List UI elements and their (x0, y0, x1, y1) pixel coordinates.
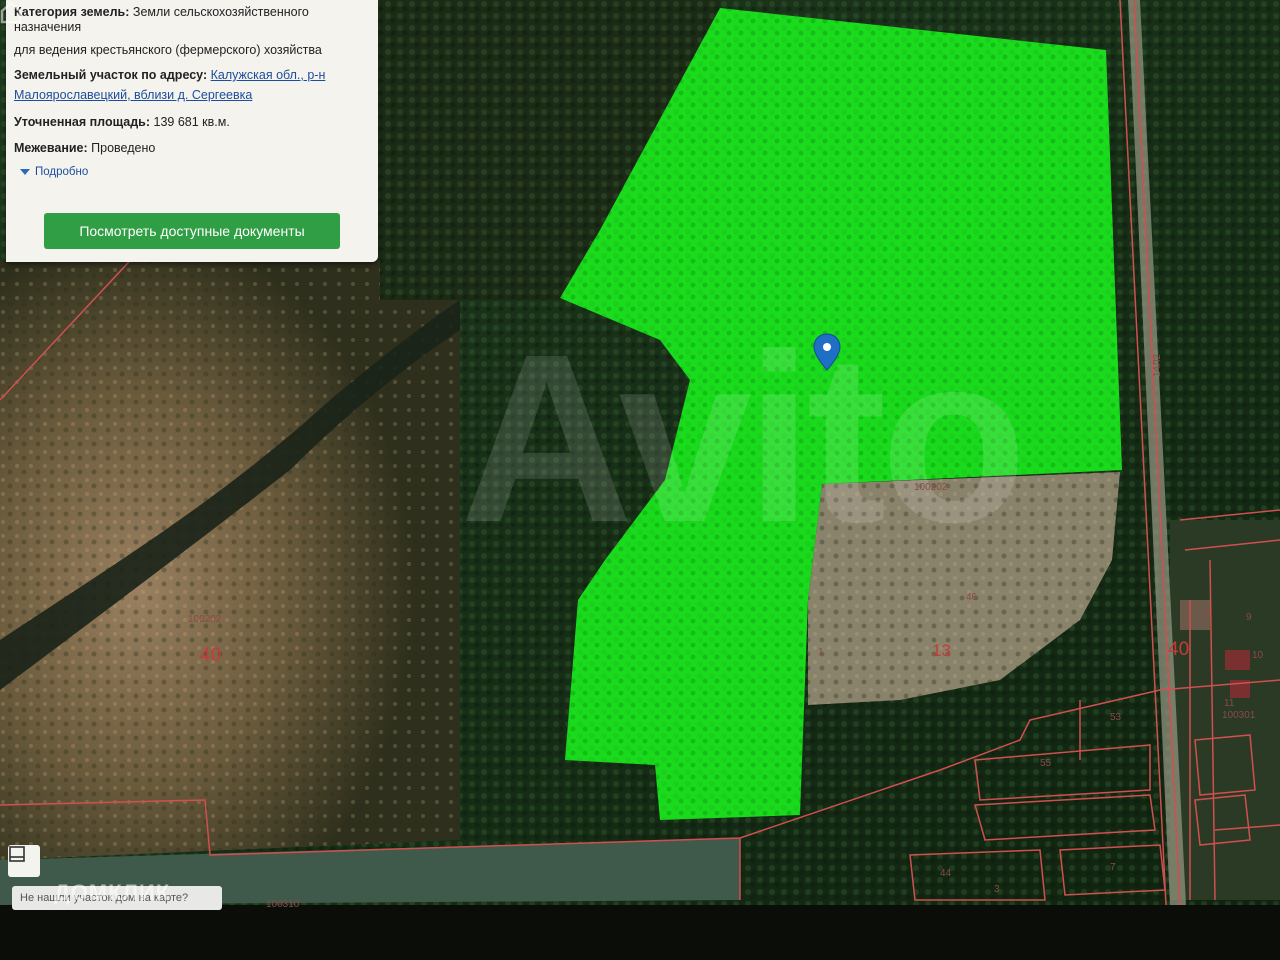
category-value-line2: назначения (14, 20, 82, 34)
parcel-label-1: 1 (818, 647, 824, 658)
region-label-left: 40 (200, 645, 222, 666)
survey-label: Межевание: (14, 141, 88, 155)
parcel-label-53: 53 (1110, 712, 1122, 723)
address-link[interactable]: Калужская обл., р-н (211, 68, 326, 82)
view-documents-button[interactable]: Посмотреть доступные документы (44, 213, 340, 249)
area-value: 139 681 кв.м. (153, 115, 230, 129)
address-link-line2[interactable]: Малоярославецкий, вблизи д. Сергеевка (14, 88, 252, 102)
area-label: Уточненная площадь: (14, 115, 151, 129)
area-row: Уточненная площадь: 139 681 кв.м. (14, 114, 370, 131)
chevron-down-icon (20, 168, 30, 175)
region-label-right: 40 (1168, 639, 1190, 660)
layers-icon (9, 846, 25, 862)
quarter-label-bottom: 100310 (266, 899, 300, 910)
parcel-label-55: 55 (1040, 758, 1052, 769)
address-label: Земельный участок по адресу: (14, 68, 208, 82)
details-toggle[interactable]: Подробно (20, 166, 88, 178)
map-view[interactable]: Avito 100202 40 100202 46 13 1 40 14Л2 1… (0, 0, 1280, 960)
quarter-label-left: 100202 (188, 614, 222, 625)
layers-button[interactable] (8, 845, 40, 877)
parcel-label-13: 13 (932, 641, 951, 660)
parcel-label-3: 3 (994, 884, 1000, 895)
parcel-label-46: 46 (966, 592, 978, 603)
address-row-line2: Малоярославецкий, вблизи д. Сергеевка (14, 87, 370, 104)
quarter-label-right: 100301 (1222, 710, 1256, 721)
category-label: Категория земель: (14, 5, 130, 19)
details-label: Подробно (35, 166, 89, 178)
domklik-logo-icon (0, 1, 22, 24)
parcel-label-8: 8 (1204, 607, 1210, 618)
category-value: Земли сельскохозяйственного (132, 5, 309, 19)
category-value-line3: для ведения крестьянского (фермерского) … (14, 43, 322, 57)
parcel-label-7: 7 (1110, 862, 1116, 873)
survey-value: Проведено (91, 141, 156, 155)
quarter-label-mid: 100202 (914, 482, 948, 493)
road-label: 14Л2 (1152, 353, 1164, 378)
parcel-label-11: 11 (1224, 698, 1235, 709)
domklik-watermark: ДОМКЛИК (54, 880, 171, 905)
avito-watermark: Avito (460, 304, 1027, 572)
parcel-label-44: 44 (940, 868, 952, 879)
parcel-label-9: 9 (1246, 612, 1252, 623)
parcel-label-10: 10 (1252, 650, 1264, 661)
parcel-info-panel: Категория земель: Земли сельскохозяйстве… (6, 0, 378, 262)
survey-row: Межевание: Проведено (14, 140, 370, 157)
address-row: Земельный участок по адресу: Калужская о… (14, 67, 370, 84)
